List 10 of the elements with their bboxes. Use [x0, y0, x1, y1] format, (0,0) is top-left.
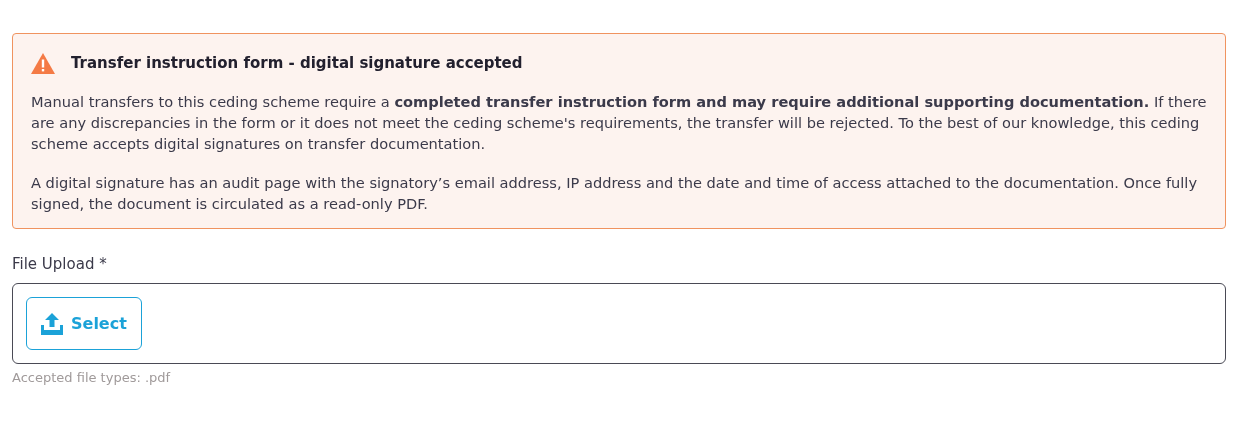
upload-area[interactable]: Select [12, 283, 1226, 364]
required-mark: * [99, 254, 107, 273]
field-label: File Upload [12, 254, 95, 273]
alert-paragraph: A digital signature has an audit page with the signatory’s email address, IP address and the date and time of access attached to the documentation. Once fully signed, the document is circulated as a read-only PDF. [31, 172, 1199, 214]
upload-icon [41, 312, 63, 335]
select-button[interactable]: Select [26, 297, 142, 350]
warning-icon [31, 52, 55, 74]
alert-paragraph: Manual transfers to this ceding scheme require a completed transfer instruction form and may require additional supporting documentation. If there are any discrepancies in the form or it does not meet the ceding scheme's requirements, the transfer will be rejected. To the best of our knowledge, this ceding scheme accepts digital signatures on transfer documentation. [31, 91, 1207, 154]
alert-title: Transfer instruction form - digital signature accepted [71, 53, 523, 74]
hint-text: Accepted file types: .pdf [12, 369, 172, 387]
